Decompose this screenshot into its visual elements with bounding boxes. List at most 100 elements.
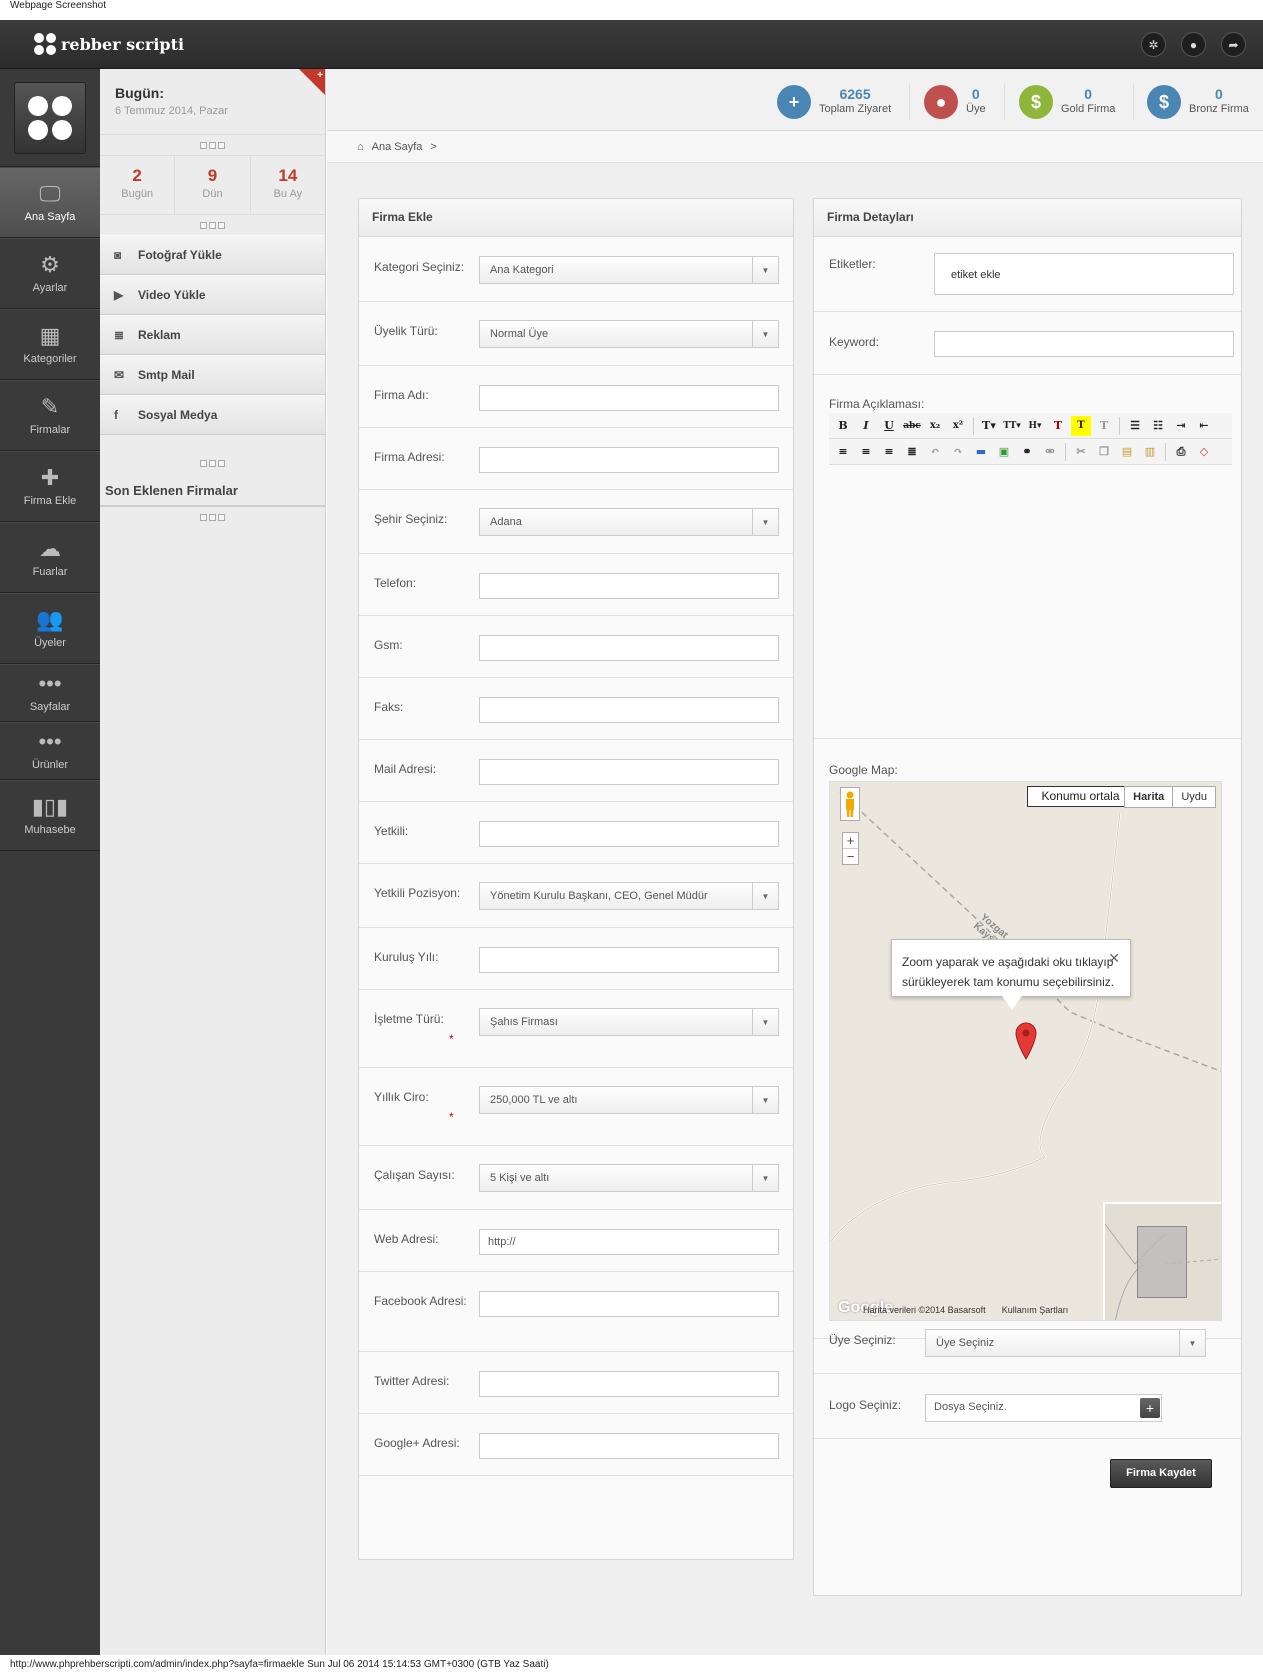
- align-left-button[interactable]: ≡: [833, 442, 853, 462]
- google-map[interactable]: Yozgat Kayseri + − Konumu ortala Harita U…: [829, 781, 1222, 1321]
- source-button[interactable]: ◇: [1194, 442, 1214, 462]
- image-button[interactable]: ▣: [994, 442, 1014, 462]
- font-size-button[interactable]: TT▾: [1002, 416, 1022, 436]
- stats-bar: + 6265 Toplam Ziyaret ● 0 Üye $ 0 Gold Firm…: [327, 69, 1263, 131]
- form-row: Yetkili Pozisyon: Yönetim Kurulu Başkanı,…: [359, 864, 793, 928]
- align-right-button[interactable]: ≡: [879, 442, 899, 462]
- panel-item-smtp-mail[interactable]: ✉ Smtp Mail: [100, 355, 325, 395]
- form-row: Kategori Seçiniz: Ana Kategori ▼: [359, 238, 793, 302]
- field-label: Kuruluş Yılı:: [374, 950, 439, 964]
- text-field[interactable]: [479, 697, 779, 723]
- sidebar-item-label: Üyeler: [34, 636, 66, 649]
- paste-button[interactable]: ▤: [1117, 442, 1137, 462]
- panel-item-video-yukle[interactable]: ▶ Video Yükle: [100, 275, 325, 315]
- save-company-button[interactable]: Firma Kaydet: [1110, 1459, 1212, 1488]
- sidebar-item-ayarlar[interactable]: ⚙ Ayarlar: [0, 238, 100, 309]
- bold-button[interactable]: B: [833, 416, 853, 436]
- unlink-button[interactable]: ⚮: [1040, 442, 1060, 462]
- sidebar-item-sayfalar[interactable]: ••• Sayfalar: [0, 664, 100, 722]
- map-marker-icon[interactable]: [1015, 1022, 1037, 1063]
- clear-format-button[interactable]: T: [1094, 416, 1114, 436]
- tags-input[interactable]: etiket ekle: [934, 253, 1234, 295]
- select-field[interactable]: Ana Kategori ▼: [479, 256, 779, 284]
- print-button[interactable]: ⎙: [1171, 442, 1191, 462]
- indent-button[interactable]: ⇥: [1171, 416, 1191, 436]
- outdent-button[interactable]: ⇤: [1194, 416, 1214, 436]
- text-field[interactable]: [479, 759, 779, 785]
- text-field[interactable]: [479, 1433, 779, 1459]
- select-field[interactable]: Şahıs Firması ▼: [479, 1008, 779, 1036]
- zoom-out-button[interactable]: −: [843, 849, 858, 864]
- sidebar-item-ana-sayfa[interactable]: 🖵 Ana Sayfa: [0, 167, 100, 238]
- panel-item-sosyal-medya[interactable]: f Sosyal Medya: [100, 395, 325, 435]
- zoom-in-button[interactable]: +: [843, 833, 858, 849]
- app-logo[interactable]: rebber scripti: [34, 32, 184, 56]
- stat-value: 6265: [839, 86, 871, 102]
- add-corner-button[interactable]: +: [299, 69, 325, 95]
- sidebar-item-firma-ekle[interactable]: ✚ Firma Ekle: [0, 451, 100, 522]
- heading-button[interactable]: H▾: [1025, 416, 1045, 436]
- link-button[interactable]: ⚭: [1017, 442, 1037, 462]
- text-field[interactable]: [479, 1291, 779, 1317]
- text-color-button[interactable]: T: [1048, 416, 1068, 436]
- close-icon[interactable]: ✕: [1108, 948, 1120, 968]
- font-button[interactable]: T▾: [979, 416, 999, 436]
- numbered-list-button[interactable]: ☷: [1148, 416, 1168, 436]
- select-field[interactable]: 5 Kişi ve altı ▼: [479, 1164, 779, 1192]
- align-center-button[interactable]: ≡: [856, 442, 876, 462]
- text-field[interactable]: [479, 821, 779, 847]
- map-type-control[interactable]: Harita Uydu: [1124, 786, 1216, 808]
- text-field[interactable]: [479, 1371, 779, 1397]
- panel-item-reklam[interactable]: ≣ Reklam: [100, 315, 325, 355]
- strike-button[interactable]: abc: [902, 416, 922, 436]
- sidebar-item-urunler[interactable]: ••• Ürünler: [0, 722, 100, 780]
- form-row: Facebook Adresi:: [359, 1272, 793, 1352]
- member-select[interactable]: Üye Seçiniz ▼: [925, 1329, 1206, 1357]
- select-field[interactable]: Normal Üye ▼: [479, 320, 779, 348]
- underline-button[interactable]: U: [879, 416, 899, 436]
- text-field[interactable]: [479, 447, 779, 473]
- text-field[interactable]: [479, 385, 779, 411]
- text-field[interactable]: http://: [479, 1229, 779, 1255]
- text-field[interactable]: [479, 947, 779, 973]
- map-zoom[interactable]: + −: [842, 832, 859, 865]
- sidebar-item-muhasebe[interactable]: ▮▯▮ Muhasebe: [0, 780, 100, 851]
- italic-button[interactable]: I: [856, 416, 876, 436]
- redo-button[interactable]: ↷: [948, 442, 968, 462]
- undo-button[interactable]: ↶: [925, 442, 945, 462]
- logo-file-input[interactable]: Dosya Seçiniz.: [925, 1394, 1162, 1422]
- panel-item-fotograf-yukle[interactable]: ◙ Fotoğraf Yükle: [100, 235, 325, 275]
- text-field[interactable]: [479, 635, 779, 661]
- paste-text-button[interactable]: ▥: [1140, 442, 1160, 462]
- gear-icon[interactable]: ✲: [1141, 32, 1166, 57]
- card-title: Firma Detayları: [814, 199, 1241, 237]
- overview-minimap[interactable]: [1103, 1202, 1221, 1320]
- text-field[interactable]: [479, 573, 779, 599]
- select-field[interactable]: Yönetim Kurulu Başkanı, CEO, Genel Müdür…: [479, 882, 779, 910]
- subscript-button[interactable]: x₂: [925, 416, 945, 436]
- map-type-harita[interactable]: Harita: [1125, 787, 1174, 807]
- sidebar-item-fuarlar[interactable]: ☁ Fuarlar: [0, 522, 100, 593]
- sidebar-item-kategoriler[interactable]: ▦ Kategoriler: [0, 309, 100, 380]
- justify-button[interactable]: ≣: [902, 442, 922, 462]
- superscript-button[interactable]: x²: [948, 416, 968, 436]
- user-icon[interactable]: ●: [1181, 32, 1206, 57]
- highlight-button[interactable]: T: [1071, 415, 1091, 436]
- add-file-button[interactable]: +: [1140, 1398, 1160, 1418]
- today-date: 6 Temmuz 2014, Pazar: [115, 105, 228, 117]
- bullet-list-button[interactable]: ☰: [1125, 416, 1145, 436]
- copy-button[interactable]: ❐: [1094, 442, 1114, 462]
- select-field[interactable]: Adana ▼: [479, 508, 779, 536]
- breadcrumb-home[interactable]: Ana Sayfa: [372, 141, 423, 153]
- sidebar-item-uyeler[interactable]: 👥 Üyeler: [0, 593, 100, 664]
- center-location-button[interactable]: Konumu ortala: [1027, 786, 1134, 807]
- cut-button[interactable]: ✂: [1071, 442, 1091, 462]
- sidebar-item-firmalar[interactable]: ✎ Firmalar: [0, 380, 100, 451]
- pegman-icon[interactable]: [840, 787, 860, 821]
- stat-today: 2 Bugün: [100, 156, 176, 214]
- share-icon[interactable]: ➦: [1221, 32, 1246, 57]
- select-field[interactable]: 250,000 TL ve altı ▼: [479, 1086, 779, 1114]
- keyword-input[interactable]: [934, 331, 1234, 357]
- hr-button[interactable]: ▬: [971, 442, 991, 462]
- map-type-uydu[interactable]: Uydu: [1173, 787, 1215, 807]
